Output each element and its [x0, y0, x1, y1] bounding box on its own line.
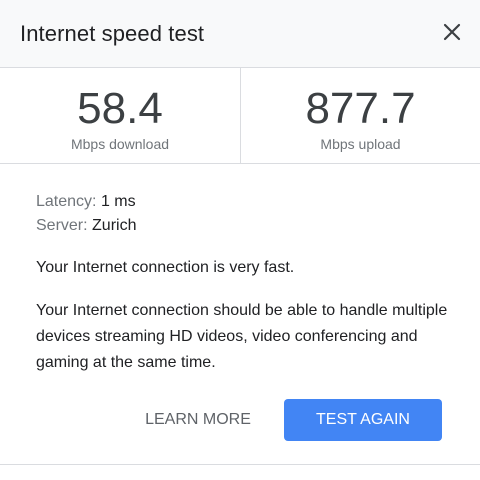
latency-label: Latency:	[36, 193, 97, 210]
server-row: Server: Zurich	[36, 214, 456, 238]
close-button[interactable]	[438, 18, 466, 46]
upload-speed-value: 877.7	[305, 84, 416, 133]
dialog-header: Internet speed test	[0, 0, 480, 68]
download-speed-label: Mbps download	[70, 136, 170, 152]
dialog-title: Internet speed test	[20, 21, 205, 46]
result-details: Latency: 1 ms Server: Zurich Your Intern…	[36, 190, 456, 376]
bottom-divider	[0, 464, 480, 465]
server-label: Server:	[36, 217, 88, 234]
latency-value: 1 ms	[100, 193, 136, 210]
server-value: Zurich	[92, 217, 137, 234]
dialog-actions: LEARN MORE TEST AGAIN	[0, 399, 480, 441]
latency-row: Latency: 1 ms	[36, 190, 456, 214]
upload-stat: 877.7 Mbps upload	[241, 68, 480, 164]
test-again-button[interactable]: TEST AGAIN	[284, 399, 442, 441]
upload-speed-label: Mbps upload	[320, 136, 401, 152]
download-stat: 58.4 Mbps download	[0, 68, 240, 164]
close-icon	[443, 23, 461, 41]
download-speed-value: 58.4	[77, 84, 163, 133]
speed-results: 58.4 Mbps download 877.7 Mbps upload	[0, 68, 480, 164]
speed-description: Your Internet connection should be able …	[36, 302, 448, 371]
speed-verdict: Your Internet connection is very fast.	[36, 259, 295, 276]
learn-more-button[interactable]: LEARN MORE	[128, 399, 268, 441]
